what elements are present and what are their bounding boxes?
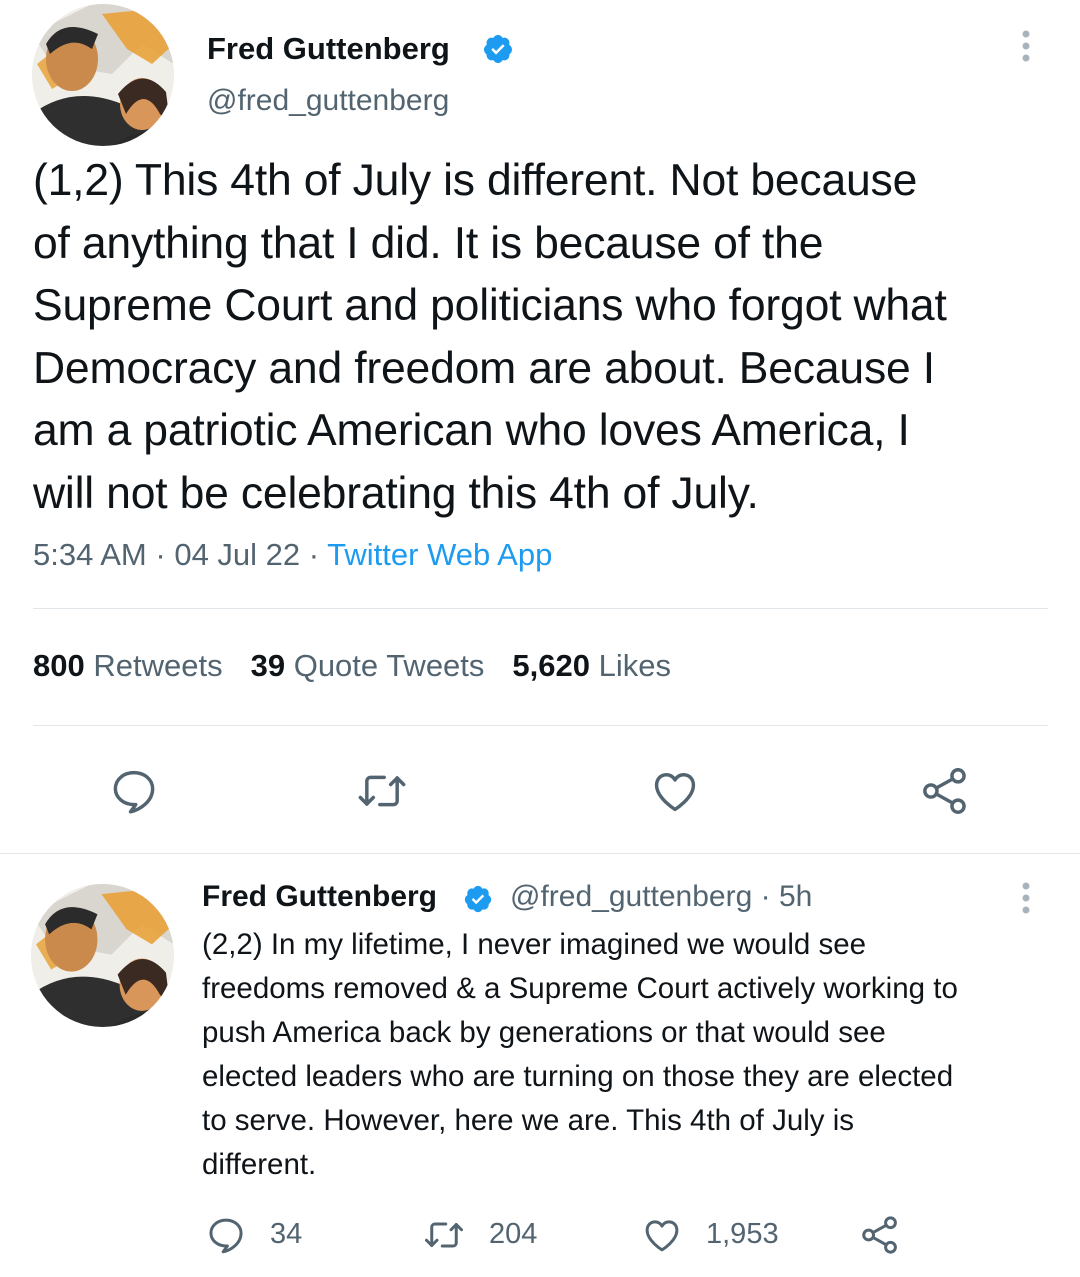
author-name[interactable]: Fred Guttenberg [202,880,437,914]
engagement-stats: 800 Retweets 39 Quote Tweets 5,620 Likes [33,648,671,684]
quotes-count: 39 [250,648,286,683]
retweets-stat[interactable]: 800 Retweets [33,648,223,683]
retweets-label: Retweets [93,648,223,683]
author-avatar[interactable] [31,884,174,1027]
author-handle[interactable]: @fred_guttenberg [510,880,752,913]
verified-badge-icon [463,884,493,914]
like-icon[interactable] [648,765,702,817]
divider [33,725,1048,726]
like-count[interactable]: 1,953 [706,1218,779,1251]
thread-divider [0,853,1080,854]
tweet-source-link[interactable]: Twitter Web App [327,537,552,572]
reply-count[interactable]: 34 [270,1218,302,1251]
like-icon[interactable] [640,1214,684,1256]
author-handle-and-age: @fred_guttenberg · 5h [510,880,812,914]
tweet-date[interactable]: 04 Jul 22 [174,537,300,572]
tweet-meta: 5:34 AM · 04 Jul 22 · Twitter Web App [33,537,552,573]
likes-label: Likes [598,648,671,683]
tweet-text: (1,2) This 4th of July is different. Not… [33,156,947,518]
more-options-icon[interactable] [1012,878,1040,918]
tweet-age[interactable]: · 5h [761,880,813,913]
tweet-text: (2,2) In my lifetime, I never imagined w… [202,928,958,1181]
meta-separator: · [155,537,166,572]
retweet-count[interactable]: 204 [489,1218,537,1251]
author-handle[interactable]: @fred_guttenberg [207,84,449,118]
share-icon[interactable] [918,765,972,817]
retweet-icon[interactable] [422,1214,466,1256]
divider [33,608,1048,609]
author-avatar[interactable] [32,4,174,146]
reply-icon[interactable] [205,1214,247,1256]
verified-badge-icon [482,33,514,65]
meta-separator: · [308,537,320,572]
quotes-stat[interactable]: 39 Quote Tweets [251,648,485,683]
likes-count: 5,620 [512,648,590,683]
retweets-count: 800 [33,648,85,683]
share-icon[interactable] [858,1214,902,1256]
author-name[interactable]: Fred Guttenberg [207,31,450,67]
more-options-icon[interactable] [1012,26,1040,66]
likes-stat[interactable]: 5,620 Likes [512,648,671,683]
quotes-label: Quote Tweets [293,648,485,683]
reply-icon[interactable] [108,765,160,817]
tweet-time[interactable]: 5:34 AM [33,537,147,572]
retweet-icon[interactable] [355,765,409,817]
